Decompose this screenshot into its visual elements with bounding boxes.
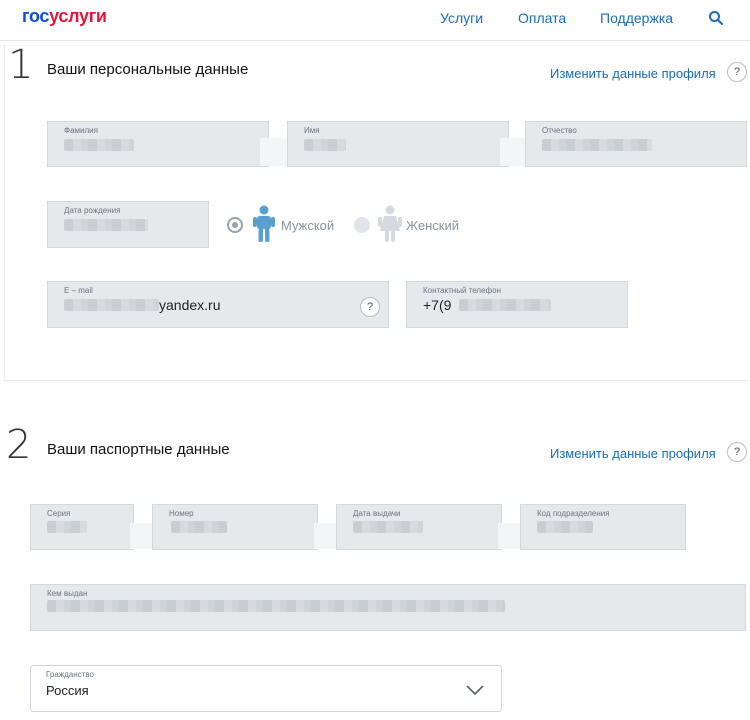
citizenship-select[interactable]: Гражданство Россия <box>30 665 502 712</box>
logo-part-uslugi: услуги <box>49 6 107 26</box>
male-person-icon <box>253 205 275 242</box>
patronymic-label: Отчество <box>542 126 577 135</box>
email-redacted <box>64 299 159 311</box>
firstname-redacted <box>304 139 346 151</box>
gender-male-label[interactable]: Мужской <box>281 218 334 233</box>
citizenship-label: Гражданство <box>46 670 94 679</box>
passport-series-redacted <box>47 521 87 533</box>
email-help-icon[interactable]: ? <box>360 297 380 317</box>
field-gap-shadow <box>260 138 288 166</box>
patronymic-field[interactable]: Отчество <box>525 121 747 167</box>
lastname-redacted <box>64 139 134 151</box>
section-number-1: 1 <box>8 42 34 88</box>
passport-issued-by-redacted <box>47 600 505 612</box>
email-field[interactable]: E – mail yandex.ru ? <box>47 281 389 328</box>
chevron-down-icon <box>466 685 484 696</box>
firstname-label: Имя <box>304 126 320 135</box>
gosuslugi-logo[interactable]: госуслуги <box>22 6 107 27</box>
passport-issue-date-label: Дата выдачи <box>353 509 401 518</box>
birthdate-label: Дата рождения <box>64 206 121 215</box>
patronymic-redacted <box>542 139 652 151</box>
passport-number-label: Номер <box>169 509 194 518</box>
section-left-rule <box>4 44 5 380</box>
lastname-field[interactable]: Фамилия <box>47 121 269 167</box>
help-icon-2[interactable]: ? <box>727 442 747 462</box>
phone-value: +7(9 <box>423 297 452 313</box>
edit-profile-link-2[interactable]: Изменить данные профиля <box>550 446 716 461</box>
section-title-passport: Ваши паспортные данные <box>47 441 230 458</box>
firstname-field[interactable]: Имя <box>287 121 509 167</box>
lastname-label: Фамилия <box>64 126 98 135</box>
passport-series-field[interactable]: Серия <box>30 504 134 550</box>
section-title-personal: Ваши персональные данные <box>47 61 249 78</box>
gender-female-label[interactable]: Женский <box>406 218 459 233</box>
passport-number-field[interactable]: Номер <box>152 504 318 550</box>
header-divider <box>0 40 750 41</box>
passport-series-label: Серия <box>47 509 71 518</box>
logo-part-gos: гос <box>22 6 50 26</box>
birthdate-field[interactable]: Дата рождения <box>47 201 209 248</box>
phone-redacted <box>459 299 551 311</box>
passport-issue-date-redacted <box>353 521 423 533</box>
phone-field[interactable]: Контактный телефон +7(9 <box>406 281 628 328</box>
nav-services[interactable]: Услуги <box>440 10 483 26</box>
citizenship-value: Россия <box>46 683 89 698</box>
section-divider <box>4 380 748 381</box>
passport-issued-by-field[interactable]: Кем выдан <box>30 584 746 631</box>
search-icon[interactable] <box>708 10 724 26</box>
gender-female-radio[interactable] <box>354 217 370 233</box>
passport-number-redacted <box>171 521 227 533</box>
passport-issued-by-label: Кем выдан <box>47 589 88 598</box>
email-value: yandex.ru <box>159 297 221 313</box>
edit-profile-link-1[interactable]: Изменить данные профиля <box>550 66 716 81</box>
passport-issue-date-field[interactable]: Дата выдачи <box>336 504 502 550</box>
phone-label: Контактный телефон <box>423 286 501 295</box>
passport-dept-code-redacted <box>537 521 593 533</box>
nav-payment[interactable]: Оплата <box>518 10 566 26</box>
nav-support[interactable]: Поддержка <box>600 10 673 26</box>
section-number-2: 2 <box>6 422 32 468</box>
field-gap-shadow <box>500 138 528 166</box>
passport-dept-code-label: Код подразделения <box>537 509 610 518</box>
gender-male-radio[interactable] <box>227 217 243 233</box>
email-label: E – mail <box>64 286 93 295</box>
help-icon-1[interactable]: ? <box>727 62 747 82</box>
passport-dept-code-field[interactable]: Код подразделения <box>520 504 686 550</box>
birthdate-redacted <box>64 219 148 231</box>
female-person-icon <box>378 205 402 242</box>
